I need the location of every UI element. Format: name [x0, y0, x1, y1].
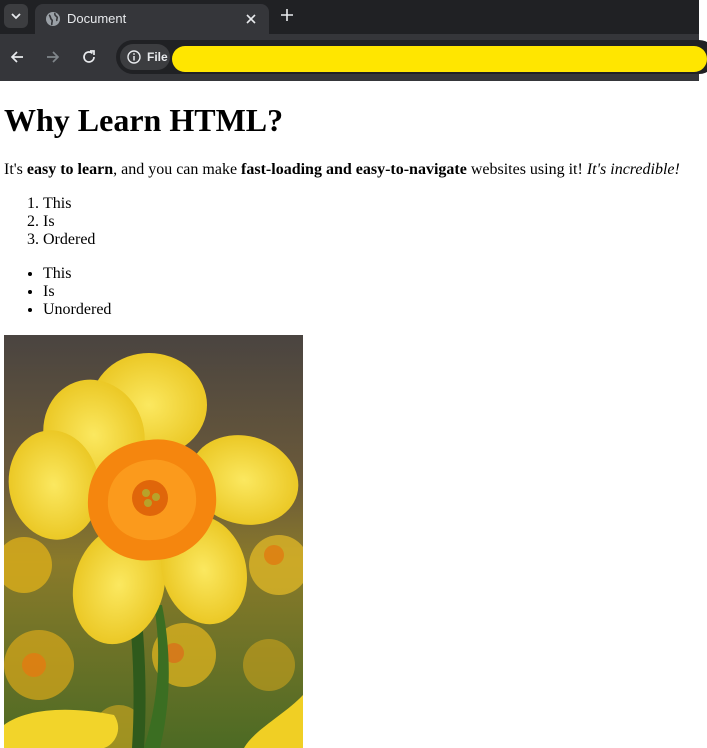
forward-button[interactable]: [42, 46, 64, 68]
new-tab-button[interactable]: [276, 4, 298, 26]
reload-button[interactable]: [78, 46, 100, 68]
ordered-list-item: Is: [43, 213, 694, 231]
active-tab[interactable]: Document: [35, 4, 269, 34]
intro-text-2: , and you can make: [113, 161, 242, 178]
tab-search-button[interactable]: [4, 4, 28, 28]
ordered-list: This Is Ordered: [4, 195, 694, 249]
site-info-chip[interactable]: File: [120, 44, 170, 70]
arrow-left-icon: [10, 51, 23, 63]
close-tab-button[interactable]: [241, 9, 261, 29]
unordered-list-item: Is: [43, 283, 694, 301]
url-redaction-mark: [172, 46, 707, 72]
ordered-list-item: This: [43, 195, 694, 213]
plus-icon: [281, 9, 293, 21]
document-body: Why Learn HTML? It's easy to learn, and …: [4, 81, 694, 748]
intro-text-3: websites using it!: [466, 161, 587, 178]
ordered-list-item: Ordered: [43, 231, 694, 249]
intro-bold-1: easy to learn: [26, 161, 114, 178]
reload-icon: [83, 50, 95, 63]
close-icon: [246, 14, 256, 24]
info-icon: [127, 50, 141, 64]
tab-strip: Document: [0, 0, 699, 34]
unordered-list: This Is Unordered: [4, 265, 694, 319]
intro-italic: It's incredible!: [586, 161, 680, 178]
intro-text-1: It's: [4, 161, 27, 178]
back-button[interactable]: [6, 46, 28, 68]
daffodil-image: [4, 335, 303, 748]
page-heading: Why Learn HTML?: [4, 102, 284, 138]
chevron-down-icon: [11, 13, 21, 20]
intro-paragraph: It's easy to learn, and you can make fas…: [4, 161, 694, 179]
globe-icon: [46, 12, 60, 26]
unordered-list-item: Unordered: [43, 301, 694, 319]
intro-bold-2: fast-loading and easy-to-navigate: [241, 161, 467, 178]
arrow-right-icon: [47, 51, 60, 63]
site-chip-label: File: [147, 50, 168, 64]
unordered-list-item: This: [43, 265, 694, 283]
tab-title: Document: [67, 11, 127, 26]
